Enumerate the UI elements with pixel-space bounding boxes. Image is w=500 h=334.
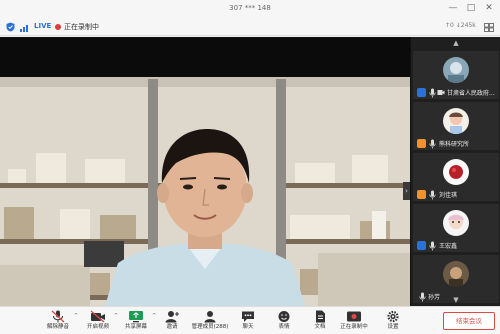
microphone-muted-icon xyxy=(51,310,65,323)
microphone-icon[interactable] xyxy=(429,241,436,251)
participant-tile[interactable]: 甘肃省人民政府... xyxy=(413,51,499,99)
recording-label: 正在录制中 xyxy=(340,324,368,330)
avatar xyxy=(443,57,469,83)
meeting-toolbar: 解除静音 ^ 开启视频 ^ 共享屏幕 ^ 邀请 管理成员(288) 聊天 表情 … xyxy=(0,306,500,334)
manage-members-button[interactable]: 管理成员(288) xyxy=(188,309,232,333)
smiley-icon xyxy=(278,311,290,322)
share-screen-icon xyxy=(129,311,143,323)
scroll-down-icon[interactable]: ▼ xyxy=(411,294,500,306)
microphone-icon[interactable] xyxy=(429,88,436,98)
camera-icon[interactable] xyxy=(437,89,445,96)
add-user-icon xyxy=(165,311,179,323)
members-icon xyxy=(204,311,216,323)
recording-dot-icon xyxy=(55,24,61,30)
recording-status: 正在录制中 xyxy=(64,23,99,31)
microphone-icon[interactable] xyxy=(429,139,436,149)
user-icon xyxy=(417,139,426,148)
recording-icon xyxy=(347,311,361,322)
live-badge[interactable]: LIVE xyxy=(34,22,51,30)
avatar xyxy=(443,210,469,236)
end-meeting-button[interactable]: 结束会议 xyxy=(443,312,495,330)
scroll-up-icon[interactable]: ▲ xyxy=(411,37,500,49)
participant-tile[interactable]: 刘佳琪 xyxy=(413,153,499,201)
invite-label: 邀请 xyxy=(166,324,178,330)
participant-name: 甘肃省人民政府... xyxy=(447,90,495,97)
status-row: LIVE 正在录制中 ↑0 ↓245k xyxy=(0,21,500,34)
gallery-view-icon[interactable] xyxy=(484,23,494,32)
user-icon xyxy=(417,190,426,199)
recording-button[interactable]: 正在录制中 xyxy=(334,309,374,333)
unmute-button[interactable]: 解除静音 ^ xyxy=(40,309,78,333)
gear-icon xyxy=(387,310,399,323)
unmute-label: 解除静音 xyxy=(46,324,69,330)
start-video-button[interactable]: 开启视频 ^ xyxy=(80,309,118,333)
documents-label: 文档 xyxy=(314,324,326,330)
participant-name: 王宏鑫 xyxy=(439,243,458,250)
share-screen-label: 共享屏幕 xyxy=(124,324,147,330)
avatar xyxy=(443,108,469,134)
reactions-label: 表情 xyxy=(278,324,290,330)
video-off-icon xyxy=(90,310,105,323)
manage-members-label: 管理成员(288) xyxy=(191,324,229,330)
invite-button[interactable]: 邀请 xyxy=(160,309,184,333)
chevron-up-icon[interactable]: ^ xyxy=(74,313,78,319)
signal-icon[interactable] xyxy=(20,23,30,32)
participant-tile[interactable]: 王宏鑫 xyxy=(413,204,499,252)
participant-name: 熊科研究所 xyxy=(439,141,470,148)
user-icon xyxy=(417,241,426,250)
shield-icon[interactable] xyxy=(6,22,15,32)
avatar xyxy=(443,261,469,287)
avatar xyxy=(443,159,469,185)
participant-tile[interactable]: 熊科研究所 xyxy=(413,102,499,150)
close-button[interactable]: ✕ xyxy=(482,3,496,13)
microphone-icon[interactable] xyxy=(429,190,436,200)
documents-button[interactable]: 文档 xyxy=(308,309,332,333)
share-screen-button[interactable]: 共享屏幕 ^ xyxy=(118,309,156,333)
chat-icon xyxy=(242,311,254,322)
collapse-panel-handle[interactable]: › xyxy=(403,182,410,200)
chevron-up-icon[interactable]: ^ xyxy=(152,313,156,319)
participant-panel: ▲ 甘肃省人民政府... 熊科研究所 刘佳琪 王宏鑫 孙芳 ▼ xyxy=(410,37,500,306)
reactions-button[interactable]: 表情 xyxy=(272,309,296,333)
main-video[interactable] xyxy=(0,37,410,306)
chat-button[interactable]: 聊天 xyxy=(236,309,260,333)
title-bar: 307 *** 148 — □ ✕ LIVE 正在录制中 ↑0 ↓245k xyxy=(0,0,500,36)
network-stats: ↑0 ↓245k xyxy=(445,22,476,29)
participant-name: 刘佳琪 xyxy=(439,192,458,199)
minimize-button[interactable]: — xyxy=(446,3,460,13)
settings-button[interactable]: 设置 xyxy=(382,309,404,333)
chat-label: 聊天 xyxy=(242,324,254,330)
meeting-id-title: 307 *** 148 xyxy=(229,4,271,12)
start-video-label: 开启视频 xyxy=(86,324,109,330)
settings-label: 设置 xyxy=(387,324,399,330)
maximize-button[interactable]: □ xyxy=(464,3,478,13)
document-icon xyxy=(316,310,325,323)
user-icon xyxy=(417,88,426,97)
